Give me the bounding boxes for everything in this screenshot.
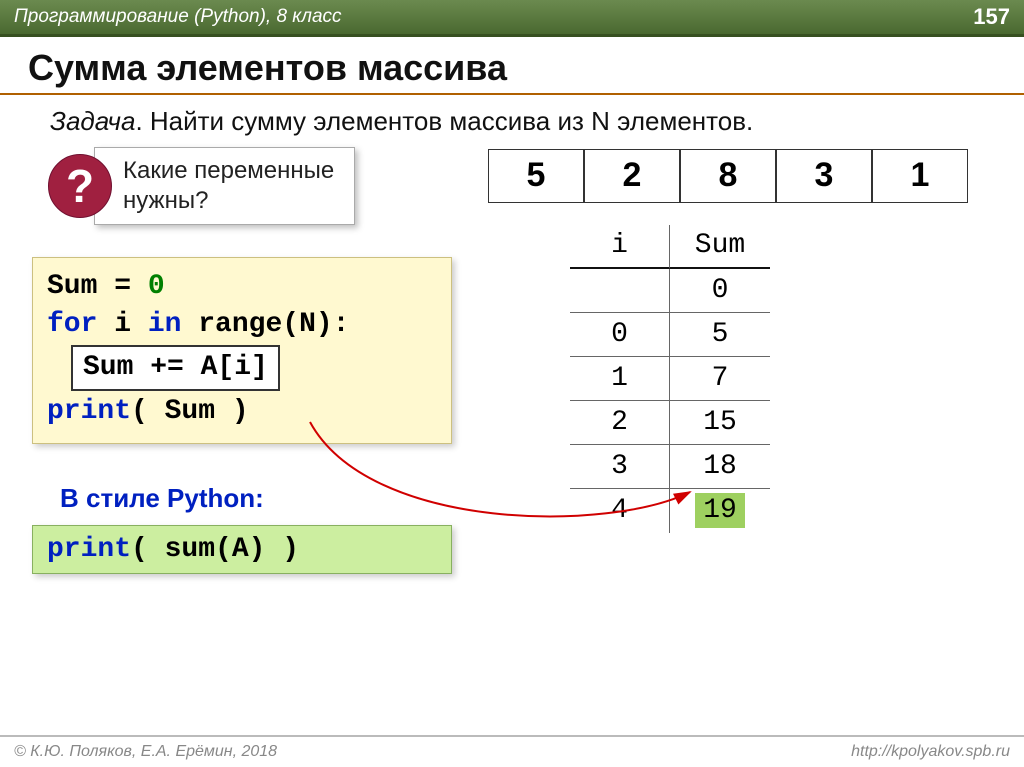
code-line: print( Sum )	[47, 393, 437, 431]
header-bar: Программирование (Python), 8 класс 157	[0, 0, 1024, 37]
th-sum: Sum	[670, 225, 770, 269]
th-i: i	[570, 225, 670, 269]
header-subject: Программирование (Python), 8 класс	[14, 6, 342, 28]
array-cell: 8	[680, 149, 776, 203]
page-number: 157	[973, 4, 1010, 30]
trace-row: 0	[570, 269, 770, 313]
task-text: Задача. Найти сумму элементов массива из…	[0, 95, 1024, 147]
code-line: for i in range(N):	[47, 306, 437, 344]
code-line: Sum = 0	[47, 268, 437, 306]
footer-url: http://kpolyakov.spb.ru	[851, 743, 1010, 761]
array-display: 5 2 8 3 1	[488, 149, 968, 203]
footer: © К.Ю. Поляков, Е.А. Ерёмин, 2018 http:/…	[0, 735, 1024, 767]
trace-header: i Sum	[570, 225, 770, 269]
question-line2: нужны?	[123, 186, 334, 216]
task-label: Задача	[50, 106, 135, 136]
question-box: Какие переменные нужны?	[94, 147, 355, 225]
code-highlight-box: Sum += A[i]	[71, 345, 280, 391]
trace-row: 3 18	[570, 445, 770, 489]
task-body: . Найти сумму элементов массива из N эле…	[135, 106, 753, 136]
code-block-pythonic: print( sum(A) )	[32, 525, 452, 574]
trace-row: 0 5	[570, 313, 770, 357]
array-cell: 3	[776, 149, 872, 203]
footer-copyright: © К.Ю. Поляков, Е.А. Ерёмин, 2018	[14, 743, 277, 761]
question-line1: Какие переменные	[123, 156, 334, 186]
array-cell: 5	[488, 149, 584, 203]
trace-row: 4 19	[570, 489, 770, 533]
trace-row: 2 15	[570, 401, 770, 445]
final-sum-highlight: 19	[695, 493, 745, 528]
array-cell: 1	[872, 149, 968, 203]
code-block-main: Sum = 0 for i in range(N): Sum += A[i] p…	[32, 257, 452, 444]
array-cell: 2	[584, 149, 680, 203]
python-style-label: В стиле Python:	[60, 483, 264, 514]
slide-title: Сумма элементов массива	[0, 37, 1024, 95]
trace-row: 1 7	[570, 357, 770, 401]
trace-table: i Sum 0 0 5 1 7 2 15 3 18 4 19	[570, 225, 770, 533]
question-callout: ? Какие переменные нужны?	[48, 147, 355, 225]
question-mark-icon: ?	[48, 154, 112, 218]
